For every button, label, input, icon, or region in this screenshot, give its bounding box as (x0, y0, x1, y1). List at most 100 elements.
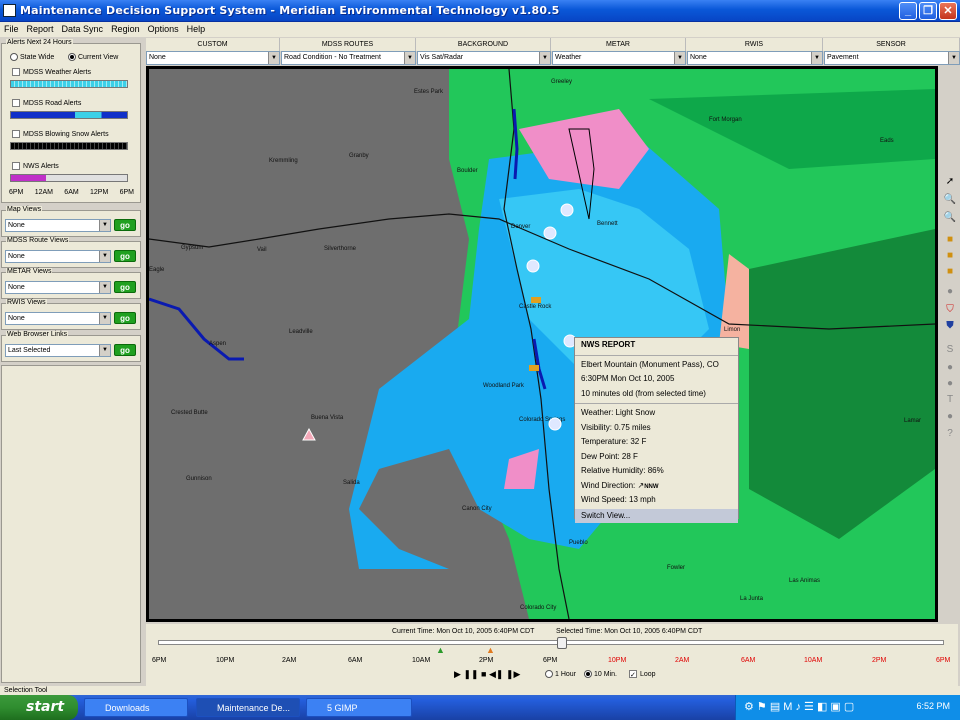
state-highway-icon[interactable]: S (943, 344, 957, 356)
layer-select-rwis[interactable]: None ▼ (687, 51, 823, 65)
layer-select-background[interactable]: Vis Sat/Radar ▼ (417, 51, 551, 65)
layer-select-mdss-routes[interactable]: Road Condition - No Treatment ▼ (281, 51, 416, 65)
minimize-button[interactable]: _ (899, 2, 917, 20)
snow-station-icon[interactable] (560, 203, 574, 217)
pointer-tool-icon[interactable]: ➚ (943, 176, 957, 188)
menu-report[interactable]: Report (23, 22, 58, 37)
menu-region[interactable]: Region (107, 22, 144, 37)
chevron-down-icon[interactable]: ▼ (268, 52, 279, 64)
step-10-min[interactable]: 10 Min. (584, 670, 617, 678)
menu-file[interactable]: File (0, 22, 23, 37)
metar-views-go-button[interactable]: go (114, 281, 136, 293)
chevron-down-icon[interactable]: ▼ (99, 220, 110, 231)
chevron-down-icon[interactable]: ▼ (404, 52, 415, 64)
alert-row-nws[interactable]: NWS Alerts (12, 162, 59, 170)
circle-tool-icon[interactable]: ● (943, 286, 957, 298)
chevron-down-icon[interactable]: ▼ (674, 52, 685, 64)
alert-row-road[interactable]: MDSS Road Alerts (12, 99, 81, 107)
step-forward-icon[interactable]: ❚▶ (506, 669, 520, 679)
route-views-go-button[interactable]: go (114, 250, 136, 262)
menu-help[interactable]: Help (183, 22, 210, 37)
tray-icons[interactable]: ⚙ ⚑ ▤ M ♪ ☰ ◧ ▣ ▢ (744, 700, 854, 713)
chevron-down-icon[interactable]: ▼ (99, 313, 110, 324)
start-button[interactable]: start (0, 695, 78, 720)
pause-icon[interactable]: ❚❚ (463, 669, 478, 679)
layer-header-rwis: RWIS (686, 38, 823, 51)
route-views-select[interactable]: None ▼ (5, 250, 111, 263)
scope-current-view[interactable]: Current View (68, 53, 118, 61)
us-highway-shield-icon[interactable]: ⛉ (943, 304, 957, 316)
menu-bar: File Report Data Sync Region Options Help (0, 22, 960, 37)
step-back-icon[interactable]: ◀❚ (489, 669, 503, 679)
chevron-down-icon[interactable]: ▼ (948, 52, 959, 64)
checkbox[interactable] (12, 68, 20, 76)
task-downloads[interactable]: Downloads (84, 698, 188, 717)
chevron-down-icon[interactable]: ▼ (99, 345, 110, 356)
zoom-in-icon[interactable]: 🔍 (943, 194, 957, 206)
radar-map-graphic[interactable]: Estes Park Greeley Fort Morgan Kremmling… (149, 69, 935, 619)
select-value: None (8, 315, 25, 322)
metar-views-select[interactable]: None ▼ (5, 281, 111, 294)
task-gimp[interactable]: 5 GIMP (306, 698, 412, 717)
circle-tool-icon[interactable]: ● (943, 411, 957, 423)
circle-tool-icon[interactable]: ● (943, 362, 957, 374)
alert-row-blowing-snow[interactable]: MDSS Blowing Snow Alerts (12, 130, 109, 138)
timeline-tick: 6PM (543, 657, 558, 664)
radio-10-min[interactable] (584, 670, 592, 678)
zoom-out-icon[interactable]: 🔍 (943, 212, 957, 224)
circle-tool-icon[interactable]: ● (943, 378, 957, 390)
layer-select-metar[interactable]: Weather ▼ (552, 51, 686, 65)
step-1-hour[interactable]: 1 Hour (545, 670, 576, 678)
info-tool-icon[interactable]: ? (943, 428, 957, 440)
checkbox[interactable] (12, 130, 20, 138)
snow-station-icon[interactable] (548, 417, 562, 431)
snow-station-icon[interactable] (543, 226, 557, 240)
layer-select-custom[interactable]: None ▼ (146, 51, 280, 65)
loop-toggle[interactable]: ✓ Loop (629, 670, 656, 679)
radio-state-wide[interactable] (10, 53, 18, 61)
scope-state-wide[interactable]: State Wide (10, 53, 54, 61)
checkbox[interactable] (12, 162, 20, 170)
layer-select-sensor[interactable]: Pavement ▼ (824, 51, 960, 65)
task-maintenance[interactable]: Maintenance De... (196, 698, 300, 717)
maximize-button[interactable]: ❐ (919, 2, 937, 20)
chevron-down-icon[interactable]: ▼ (539, 52, 550, 64)
chevron-down-icon[interactable]: ▼ (99, 251, 110, 262)
snow-station-icon[interactable] (526, 259, 540, 273)
alert-row-weather[interactable]: MDSS Weather Alerts (12, 68, 91, 76)
timeline-tick: 10AM (412, 657, 431, 664)
web-links-group: Web Browser Links Last Selected ▼ go (1, 331, 141, 362)
plow-route-icon[interactable]: ■ (943, 266, 957, 278)
timeline-slider-thumb[interactable] (557, 637, 567, 649)
radio-1-hour[interactable] (545, 670, 553, 678)
stop-icon[interactable]: ■ (481, 669, 486, 679)
plow-layer-icon[interactable]: ■ (943, 234, 957, 246)
rwis-views-select[interactable]: None ▼ (5, 312, 111, 325)
map-views-go-button[interactable]: go (114, 219, 136, 231)
interstate-shield-icon[interactable]: ⛊ (943, 320, 957, 332)
alert-time-label: 12AM (34, 189, 53, 196)
town-label: Limon (724, 327, 740, 333)
checkbox[interactable] (12, 99, 20, 107)
close-button[interactable]: ✕ (939, 2, 957, 20)
plow-truck-icon[interactable] (531, 297, 541, 303)
web-links-select[interactable]: Last Selected ▼ (5, 344, 111, 357)
weather-map[interactable]: Estes Park Greeley Fort Morgan Kremmling… (146, 66, 938, 622)
menu-data-sync[interactable]: Data Sync (58, 22, 108, 37)
text-tool-icon[interactable]: T (943, 394, 957, 406)
web-links-go-button[interactable]: go (114, 344, 136, 356)
chevron-down-icon[interactable]: ▼ (99, 282, 110, 293)
switch-view-menu-item[interactable]: Switch View... (575, 508, 738, 523)
map-views-select[interactable]: None ▼ (5, 219, 111, 232)
play-icon[interactable]: ▶ (454, 669, 461, 679)
rwis-views-go-button[interactable]: go (114, 312, 136, 324)
town-label: La Junta (740, 596, 764, 602)
menu-options[interactable]: Options (144, 22, 183, 37)
radio-current-view[interactable] (68, 53, 76, 61)
timeline-slider-track[interactable] (158, 640, 944, 645)
plow-truck-icon[interactable] (529, 365, 539, 371)
title-bar[interactable]: Maintenance Decision Support System - Me… (0, 0, 960, 22)
plow-group-icon[interactable]: ■ (943, 250, 957, 262)
chevron-down-icon[interactable]: ▼ (811, 52, 822, 64)
loop-checkbox[interactable]: ✓ (629, 670, 637, 679)
